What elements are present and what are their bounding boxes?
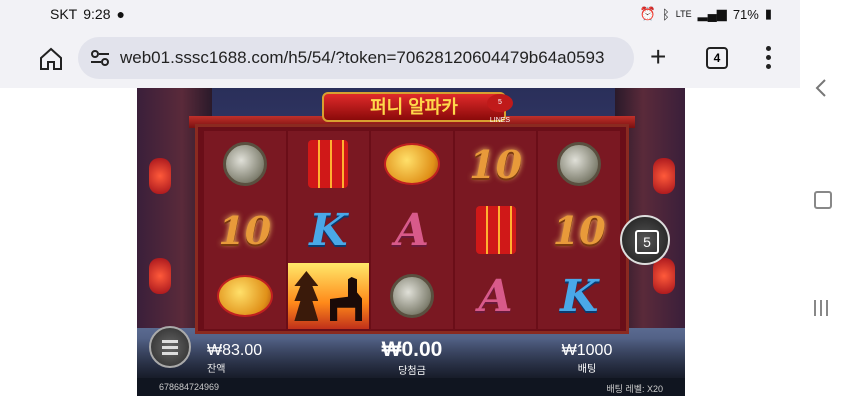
- bet-display[interactable]: ₩1000 배팅: [557, 342, 617, 375]
- reel-symbol-lantern: [204, 263, 286, 329]
- bluetooth-icon: ᛒ: [661, 6, 670, 22]
- win-display: ₩0.00 당첨금: [367, 338, 457, 377]
- recents-icon[interactable]: [814, 300, 828, 316]
- K-symbol: K: [309, 204, 348, 256]
- ten-symbol: 10: [218, 207, 272, 253]
- ten-symbol: 10: [552, 207, 606, 253]
- signal-icon: ▂▄▆: [697, 6, 727, 21]
- lantern-symbol: [383, 143, 440, 185]
- lantern-decoration: [149, 158, 171, 194]
- lines-badge: 5 LINES: [487, 94, 513, 124]
- network-label: LTE: [675, 9, 692, 19]
- reel-symbol-gong: [204, 131, 286, 197]
- status-bar: SKT 9:28 ● ⏰ ᛒ LTE ▂▄▆ 71% ▮: [0, 0, 800, 30]
- game-footer: 678684724969 배팅 레벨: X20: [137, 378, 685, 396]
- lantern-decoration: [653, 258, 675, 294]
- reel-grid: 10 10 K A 10 A K: [204, 131, 620, 329]
- A-symbol: A: [478, 270, 513, 322]
- paylines-button[interactable]: 5: [620, 215, 670, 265]
- session-id: 678684724969: [159, 382, 220, 392]
- menu-button[interactable]: [149, 326, 191, 368]
- carrier-label: SKT: [50, 6, 78, 22]
- alpaca-icon: [329, 277, 363, 321]
- reel-symbol-alpaca: [287, 263, 370, 329]
- tab-switcher-button[interactable]: 4: [706, 47, 728, 69]
- navigation-rail: [800, 0, 850, 396]
- balance-value: ₩83.00: [207, 342, 263, 359]
- reel-symbol-gong: [371, 263, 453, 329]
- reel-symbol-K: K: [538, 263, 620, 329]
- site-settings-icon[interactable]: [90, 50, 110, 66]
- firecracker-symbol: [308, 140, 349, 188]
- browser-toolbar: web01.sssc1688.com/h5/54/?token=70628120…: [0, 30, 800, 88]
- more-menu-icon[interactable]: [766, 46, 772, 72]
- bet-level: 배팅 레벨: X20: [606, 384, 663, 394]
- reel-symbol-ten: 10: [538, 197, 620, 263]
- win-label: 당첨금: [398, 366, 426, 377]
- reel-symbol-firecracker: [454, 197, 537, 263]
- reel-frame: 10 10 K A 10 A K: [195, 124, 629, 334]
- balance-display: ₩83.00 잔액: [207, 342, 262, 375]
- pagoda-icon: [294, 271, 319, 321]
- A-symbol: A: [394, 204, 430, 256]
- K-symbol: K: [560, 270, 599, 322]
- home-icon[interactable]: [38, 46, 64, 72]
- ten-symbol: 10: [469, 141, 523, 187]
- gong-symbol: [222, 142, 267, 186]
- chat-icon: ●: [116, 6, 125, 22]
- bet-label: 배팅: [577, 364, 597, 375]
- address-bar[interactable]: web01.sssc1688.com/h5/54/?token=70628120…: [78, 37, 634, 79]
- reel-symbol-K: K: [287, 197, 370, 263]
- lantern-symbol: [216, 275, 273, 317]
- back-icon[interactable]: [814, 78, 828, 98]
- clock: 9:28: [83, 6, 111, 22]
- alarm-icon: ⏰: [639, 6, 656, 21]
- bet-value: ₩1000: [561, 342, 613, 359]
- reel-symbol-ten: 10: [454, 131, 537, 197]
- reel-symbol-lantern: [371, 131, 453, 197]
- new-tab-icon[interactable]: +: [650, 42, 666, 72]
- battery-icon: ▮: [764, 6, 772, 21]
- home-nav-icon[interactable]: [814, 191, 832, 209]
- paylines-count: 5: [635, 230, 659, 254]
- reel-symbol-firecracker: [287, 131, 370, 197]
- gong-symbol: [389, 274, 434, 318]
- reel-symbol-A: A: [371, 197, 453, 263]
- lantern-decoration: [653, 158, 675, 194]
- page-margin-left: [0, 88, 137, 396]
- alpaca-symbol: [294, 271, 363, 321]
- reel-symbol-gong: [538, 131, 620, 197]
- lantern-decoration: [149, 258, 171, 294]
- game-logo: 퍼니 알파카: [322, 92, 506, 122]
- firecracker-symbol: [475, 206, 516, 254]
- slot-game: 퍼니 알파카 5 LINES 10 10 K A 10 A K 5 ₩83.00 잔액 ₩0…: [137, 88, 685, 396]
- gong-symbol: [557, 142, 602, 186]
- battery-label: 71%: [732, 6, 759, 22]
- balance-label: 잔액: [207, 364, 226, 375]
- url-text: web01.sssc1688.com/h5/54/?token=70628120…: [120, 48, 605, 67]
- reel-symbol-ten: 10: [204, 197, 286, 263]
- win-value: ₩0.00: [381, 338, 443, 361]
- page-margin-right: [685, 88, 800, 396]
- reel-symbol-A: A: [454, 263, 537, 329]
